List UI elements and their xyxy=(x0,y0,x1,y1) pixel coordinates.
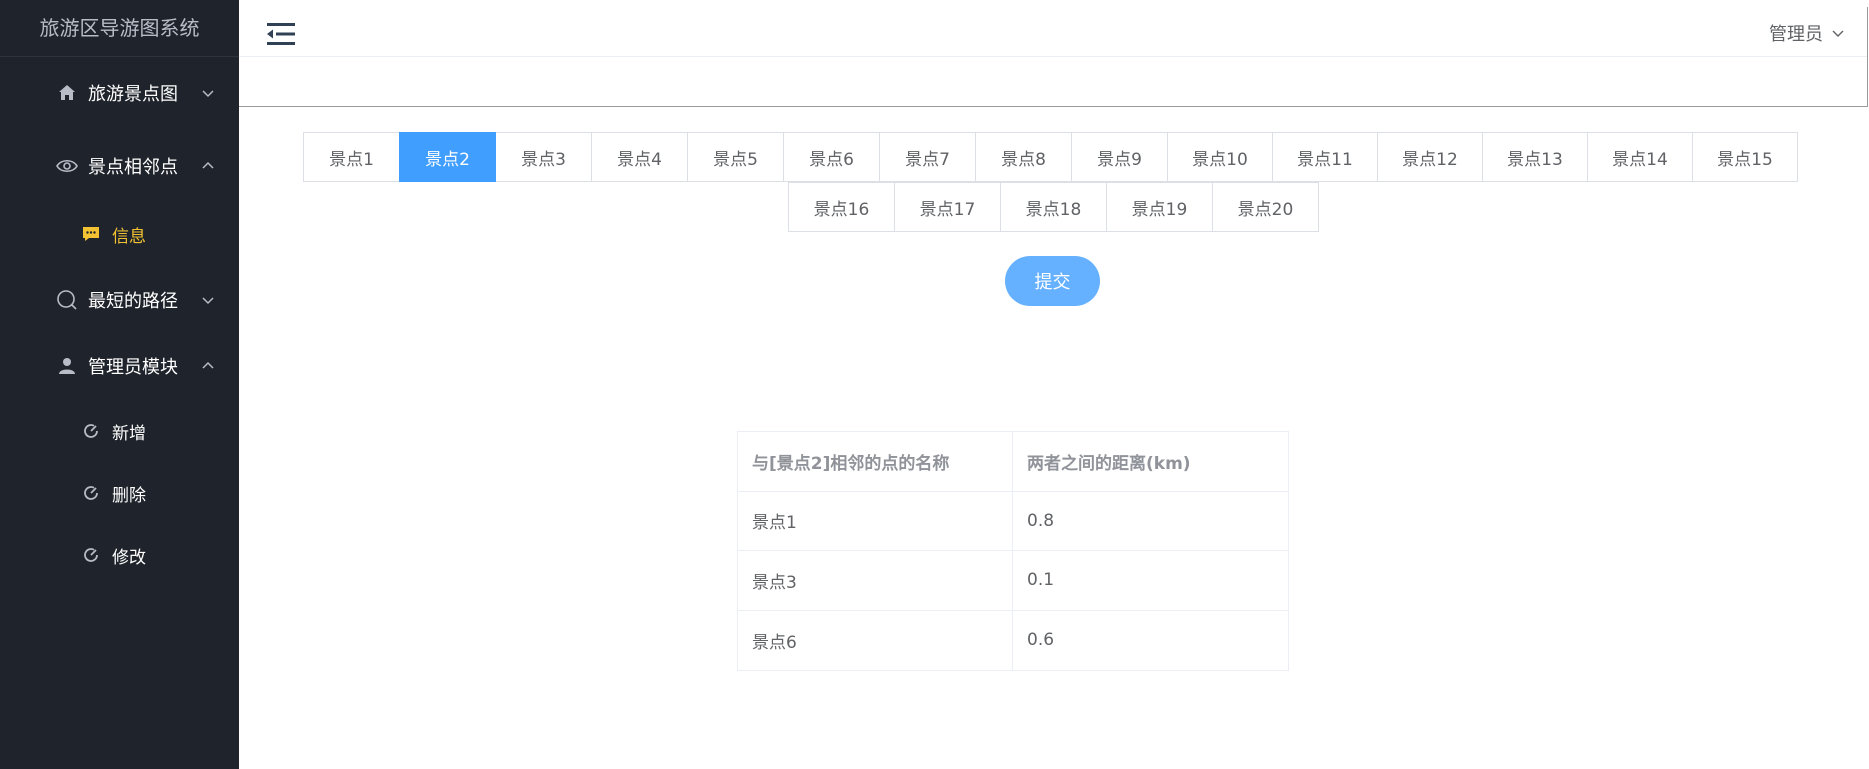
tab-spot-12[interactable]: 景点12 xyxy=(1377,132,1483,182)
message-icon xyxy=(80,223,102,245)
edit-circle-icon xyxy=(80,482,102,504)
tab-spot-1[interactable]: 景点1 xyxy=(303,132,400,182)
table-row: 景点1 0.8 xyxy=(738,491,1288,551)
edit-circle-icon xyxy=(80,544,102,566)
cell-name: 景点1 xyxy=(738,491,1013,550)
table-row: 景点6 0.6 xyxy=(738,610,1288,670)
tab-spot-8[interactable]: 景点8 xyxy=(975,132,1072,182)
column-header-distance: 两者之间的距离(km) xyxy=(1027,453,1191,474)
chevron-down-icon xyxy=(202,90,214,98)
sidebar-item-admin[interactable]: 管理员模块 xyxy=(0,346,239,386)
tab-spot-18[interactable]: 景点18 xyxy=(1000,182,1107,232)
sidebar: 旅游区导游图系统 旅游景点图 景点相邻点 信息 最短的路径 管理员模块 新增 删… xyxy=(0,0,239,769)
home-icon xyxy=(56,82,78,104)
cell-distance: 0.8 xyxy=(1027,510,1055,531)
cell-name: 景点6 xyxy=(738,610,1013,670)
chevron-up-icon xyxy=(202,361,214,369)
tab-spot-10[interactable]: 景点10 xyxy=(1167,132,1273,182)
menu-collapse-icon[interactable] xyxy=(267,22,295,46)
sidebar-item-label: 景点相邻点 xyxy=(88,157,178,178)
spot-tabs-row-1: 景点1 景点2 景点3 景点4 景点5 景点6 景点7 景点8 景点9 景点10… xyxy=(303,132,1798,182)
tab-spot-20[interactable]: 景点20 xyxy=(1212,182,1319,232)
table-row: 景点3 0.1 xyxy=(738,551,1288,611)
tab-spot-15[interactable]: 景点15 xyxy=(1692,132,1798,182)
cell-name: 景点3 xyxy=(738,551,1013,610)
chevron-up-icon xyxy=(202,161,214,169)
sidebar-item-label: 旅游景点图 xyxy=(88,84,178,105)
tab-spot-2[interactable]: 景点2 xyxy=(399,132,496,182)
sidebar-item-info[interactable]: 信息 xyxy=(0,214,239,254)
tab-spot-14[interactable]: 景点14 xyxy=(1587,132,1693,182)
sidebar-item-label: 修改 xyxy=(112,547,146,568)
sidebar-item-add[interactable]: 新增 xyxy=(0,411,239,451)
user-name: 管理员 xyxy=(1769,24,1823,45)
tab-spot-19[interactable]: 景点19 xyxy=(1106,182,1213,232)
spot-tabs-row-2: 景点16 景点17 景点18 景点19 景点20 xyxy=(788,182,1319,232)
edit-circle-icon xyxy=(80,420,102,442)
chevron-down-icon xyxy=(1832,30,1844,37)
sidebar-item-label: 新增 xyxy=(112,423,146,444)
tab-spot-6[interactable]: 景点6 xyxy=(783,132,880,182)
sidebar-item-label: 管理员模块 xyxy=(88,357,178,378)
column-header-name: 与[景点2]相邻的点的名称 xyxy=(738,432,1013,491)
tab-spot-16[interactable]: 景点16 xyxy=(788,182,895,232)
header-bar: 管理员 xyxy=(239,7,1867,57)
sidebar-item-label: 删除 xyxy=(112,485,146,506)
tab-spot-5[interactable]: 景点5 xyxy=(687,132,784,182)
sidebar-item-delete[interactable]: 删除 xyxy=(0,473,239,513)
tab-spot-4[interactable]: 景点4 xyxy=(591,132,688,182)
tab-spot-13[interactable]: 景点13 xyxy=(1482,132,1588,182)
user-icon xyxy=(56,355,78,377)
tab-spot-3[interactable]: 景点3 xyxy=(495,132,592,182)
app-title: 旅游区导游图系统 xyxy=(0,0,239,57)
eye-icon xyxy=(56,155,78,177)
cell-distance: 0.1 xyxy=(1027,570,1055,591)
sidebar-item-edit[interactable]: 修改 xyxy=(0,535,239,575)
sidebar-item-label: 最短的路径 xyxy=(88,291,178,312)
tab-spot-11[interactable]: 景点11 xyxy=(1272,132,1378,182)
sidebar-item-shortest-path[interactable]: 最短的路径 xyxy=(0,280,239,320)
header: 管理员 xyxy=(239,7,1868,107)
table-header-row: 与[景点2]相邻的点的名称 两者之间的距离(km) xyxy=(738,432,1288,492)
neighbor-table: 与[景点2]相邻的点的名称 两者之间的距离(km) 景点1 0.8 景点3 0.… xyxy=(737,431,1289,671)
user-dropdown[interactable]: 管理员 xyxy=(1769,20,1845,46)
sidebar-item-neighbors[interactable]: 景点相邻点 xyxy=(0,146,239,186)
search-icon xyxy=(56,289,78,311)
tab-spot-17[interactable]: 景点17 xyxy=(894,182,1001,232)
sidebar-item-map[interactable]: 旅游景点图 xyxy=(0,73,239,113)
cell-distance: 0.6 xyxy=(1027,630,1055,651)
chevron-down-icon xyxy=(202,297,214,305)
sidebar-item-label: 信息 xyxy=(112,226,146,247)
submit-button[interactable]: 提交 xyxy=(1005,256,1100,306)
tab-spot-9[interactable]: 景点9 xyxy=(1071,132,1168,182)
tab-spot-7[interactable]: 景点7 xyxy=(879,132,976,182)
